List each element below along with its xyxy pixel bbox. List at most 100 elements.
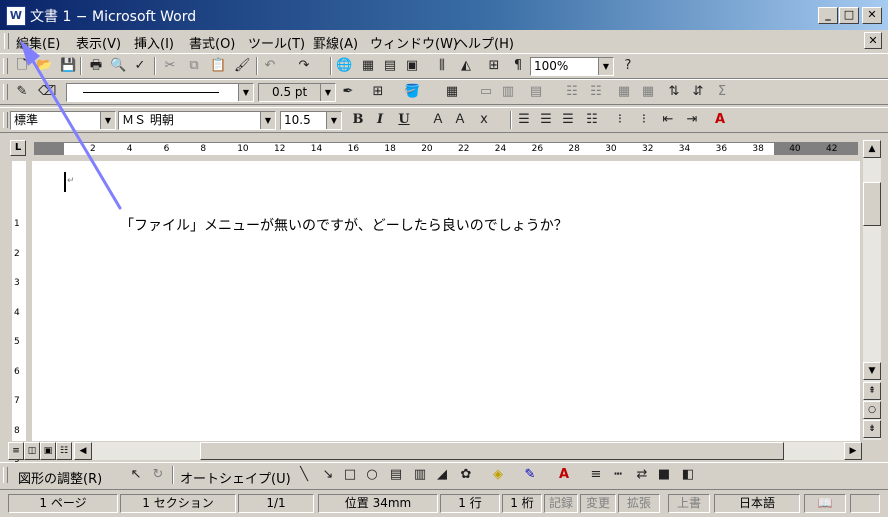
word-app-icon[interactable]: W [6, 6, 26, 26]
menu-table[interactable]: 罫線(A) [313, 33, 358, 52]
font-combo[interactable]: ＭＳ 明朝 ▼ [118, 111, 276, 130]
undo-icon[interactable]: ↶ [262, 58, 278, 74]
menu-edit[interactable]: 編集(E) [16, 33, 60, 52]
print-icon[interactable]: 🖶 [88, 58, 104, 74]
autoshapes-menu-button[interactable]: オートシェイプ(U) [180, 468, 291, 487]
free-rotate-icon[interactable]: ↻ [150, 467, 166, 483]
previous-page-icon[interactable]: ⇞ [863, 382, 881, 400]
copy-icon[interactable]: ⧉ [186, 58, 202, 74]
tables-borders-icon[interactable]: ▦ [360, 58, 376, 74]
show-hide-icon[interactable]: ¶ [510, 58, 526, 74]
font-color-icon[interactable]: A [556, 467, 572, 483]
toolbar-grip[interactable] [3, 467, 8, 483]
normal-view-icon[interactable]: ≡ [8, 442, 24, 460]
rectangle-icon[interactable]: □ [342, 467, 358, 483]
distribute-rows-icon[interactable]: ☷ [564, 84, 580, 100]
columns-icon[interactable]: ⫼ [434, 58, 450, 74]
outline-view-icon[interactable]: ☷ [56, 442, 72, 460]
status-trk[interactable]: 変更 [580, 494, 616, 513]
chevron-down-icon[interactable]: ▼ [238, 84, 253, 101]
spelling-icon[interactable]: ✓ [132, 58, 148, 74]
print-preview-icon[interactable]: 🔍 [110, 58, 126, 74]
autofit-icon[interactable]: ▦ [640, 84, 656, 100]
font-color-icon[interactable]: A [712, 112, 728, 128]
draw-table-pencil-icon[interactable]: ✎ [14, 84, 30, 100]
drawing-icon[interactable]: ◭ [458, 58, 474, 74]
scroll-up-icon[interactable]: ▲ [863, 140, 881, 158]
dash-style-icon[interactable]: ┅ [610, 467, 626, 483]
line-style-combo[interactable]: ▼ [66, 83, 254, 102]
zoom-combo[interactable]: 100% ▼ [530, 57, 614, 76]
bullets-icon[interactable]: ⁝ [636, 112, 652, 128]
autosum-icon[interactable]: Σ [714, 84, 730, 100]
align-right-icon[interactable]: ☰ [560, 112, 576, 128]
shadow-icon[interactable]: ■ [656, 467, 672, 483]
status-rec[interactable]: 記録 [544, 494, 578, 513]
arrow-icon[interactable]: ↘ [320, 467, 336, 483]
status-ovr[interactable]: 上書 [668, 494, 710, 513]
title-bar[interactable]: W 文書 1 − Microsoft Word _ □ ✕ [0, 0, 888, 30]
redo-icon[interactable]: ↷ [296, 58, 312, 74]
font-size-combo[interactable]: 10.5 ▼ [280, 111, 342, 130]
close-button[interactable]: ✕ [862, 7, 882, 24]
menu-view[interactable]: 表示(V) [76, 33, 121, 52]
merge-cells-icon[interactable]: ▭ [478, 84, 494, 100]
minimize-button[interactable]: _ [818, 7, 838, 24]
toolbar-grip[interactable] [3, 84, 8, 100]
browse-object-icon[interactable]: ○ [863, 401, 881, 419]
toolbar-grip[interactable] [3, 112, 8, 128]
document-page[interactable] [32, 161, 860, 441]
borders-icon[interactable]: ⊞ [370, 84, 386, 100]
menu-tools[interactable]: ツール(T) [248, 33, 305, 52]
print-layout-icon[interactable]: ▣ [40, 442, 56, 460]
chevron-down-icon[interactable]: ▼ [326, 112, 341, 129]
toolbar-grip[interactable] [3, 58, 8, 74]
bold-button[interactable]: B [350, 112, 366, 128]
save-icon[interactable]: 💾 [60, 58, 76, 74]
line-color-icon[interactable]: ✎ [522, 467, 538, 483]
align-icon[interactable]: ▤ [528, 84, 544, 100]
insert-table-icon[interactable]: ▤ [382, 58, 398, 74]
format-painter-icon[interactable]: 🖌 [234, 58, 251, 74]
sort-ascending-icon[interactable]: ⇅ [666, 84, 682, 100]
style-combo[interactable]: 標準 ▼ [10, 111, 116, 130]
spelling-status-icon[interactable]: 📖 [804, 494, 846, 513]
ruler-strip[interactable]: 2468101214161820222426283032343638404244 [34, 142, 874, 155]
vertical-scrollbar[interactable]: ▲ ▼ ⇞ ○ ⇟ [862, 140, 881, 440]
scroll-thumb[interactable] [863, 182, 881, 226]
document-close-button[interactable]: ✕ [864, 32, 882, 49]
line-style-icon[interactable]: ≡ [588, 467, 604, 483]
phonetic-guide-icon[interactable]: ⅹ [476, 112, 492, 128]
wordart-icon[interactable]: ◢ [434, 467, 450, 483]
underline-button[interactable]: U [396, 112, 412, 128]
scroll-down-icon[interactable]: ▼ [863, 362, 881, 380]
chevron-down-icon[interactable]: ▼ [260, 112, 275, 129]
oval-icon[interactable]: ○ [364, 467, 380, 483]
line-weight-combo[interactable]: 0.5 pt ▼ [258, 83, 336, 102]
shading-color-icon[interactable]: 🪣 [404, 84, 420, 100]
horizontal-scrollbar[interactable]: ≡ ◫ ▣ ☷ ◀ ▶ [8, 442, 862, 460]
menu-grip[interactable] [4, 33, 9, 49]
align-center-icon[interactable]: ☰ [538, 112, 554, 128]
decrease-indent-icon[interactable]: ⇤ [660, 112, 676, 128]
distributed-icon[interactable]: ☷ [584, 112, 600, 128]
document-map-icon[interactable]: ⊞ [486, 58, 502, 74]
insert-table-icon[interactable]: ▦ [444, 84, 460, 100]
3d-icon[interactable]: ◧ [680, 467, 696, 483]
select-objects-icon[interactable]: ↖ [128, 467, 144, 483]
split-cells-icon[interactable]: ▥ [500, 84, 516, 100]
menu-insert[interactable]: 挿入(I) [134, 33, 174, 52]
scroll-left-icon[interactable]: ◀ [74, 442, 92, 460]
eraser-icon[interactable]: ⌫ [38, 84, 56, 100]
status-ext[interactable]: 拡張 [618, 494, 660, 513]
border-color-icon[interactable]: ✒ [340, 84, 356, 100]
character-shading-icon[interactable]: Ａ [452, 112, 468, 128]
fill-color-icon[interactable]: ◈ [490, 467, 506, 483]
open-folder-icon[interactable]: 📂 [36, 58, 52, 74]
justify-icon[interactable]: ☰ [516, 112, 532, 128]
character-border-icon[interactable]: Ａ [430, 112, 446, 128]
help-icon[interactable]: ? [620, 58, 636, 74]
line-icon[interactable]: ╲ [296, 467, 312, 483]
paste-icon[interactable]: 📋 [210, 58, 226, 74]
menu-format[interactable]: 書式(O) [189, 33, 235, 52]
